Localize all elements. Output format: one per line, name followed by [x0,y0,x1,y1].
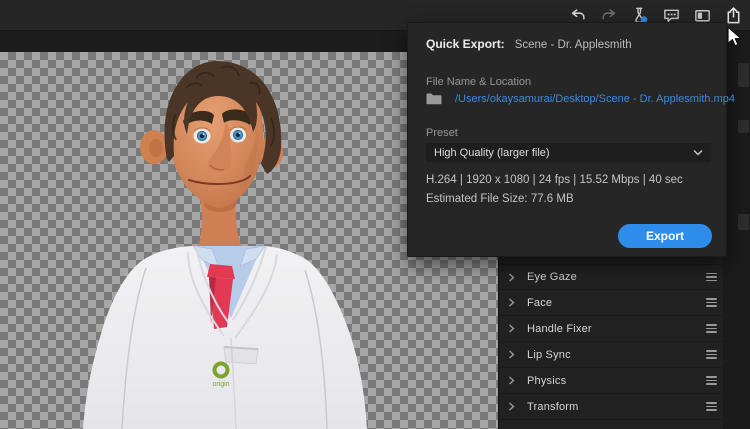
behavior-menu-icon[interactable] [706,376,717,385]
behavior-label: Face [527,296,553,309]
chevron-right-icon [509,350,515,359]
behavior-menu-icon[interactable] [706,272,717,282]
quick-export-popup: Quick Export: Scene - Dr. Applesmith Fil… [407,22,735,257]
export-specs-line: H.264 | 1920 x 1080 | 24 fps | 15.52 Mbp… [426,174,683,186]
behavior-row-eye-gaze[interactable]: Eye Gaze [499,264,723,290]
behavior-row-handle-fixer[interactable]: Handle Fixer [499,316,723,342]
mouse-pointer-icon [727,26,743,53]
estimated-file-size: Estimated File Size: 77.6 MB [426,193,574,205]
preset-label: Preset [426,127,458,139]
quick-export-scene-name: Scene - Dr. Applesmith [514,39,632,51]
behavior-label: Eye Gaze [527,271,577,283]
file-location-label: File Name & Location [426,76,532,88]
chevron-right-icon [509,402,515,411]
preset-dropdown[interactable]: High Quality (larger file) [426,143,711,162]
behavior-label: Physics [527,374,567,387]
behavior-menu-icon[interactable] [706,350,717,359]
behavior-label: Transform [527,400,579,413]
quick-export-title-label: Quick Export: [426,37,505,51]
chevron-down-icon [693,149,703,156]
file-path-row: /Users/okaysamurai/Desktop/Scene - Dr. A… [426,93,735,105]
character-coat-logo-text: origin [212,381,229,388]
behaviors-panel: Eye Gaze Face Handle Fixer Lip Sync Phys… [498,257,723,429]
file-path-link[interactable]: /Users/okaysamurai/Desktop/Scene - Dr. A… [455,93,735,105]
behavior-row-transform[interactable]: Transform [499,394,723,420]
behavior-menu-icon[interactable] [706,298,717,307]
behavior-row-physics[interactable]: Physics [499,368,723,394]
export-button[interactable]: Export [618,224,712,248]
chevron-right-icon [509,376,515,385]
behavior-row-face[interactable]: Face [499,290,723,316]
behavior-menu-icon[interactable] [706,402,717,411]
preset-value: High Quality (larger file) [434,146,550,159]
behavior-label: Handle Fixer [527,322,592,335]
edge-panel-block [738,63,749,87]
folder-icon [426,93,442,105]
edge-panel-block [738,120,749,133]
behavior-menu-icon[interactable] [706,324,717,333]
chevron-right-icon [509,324,515,333]
chevron-right-icon [509,298,515,307]
app-window: origin Eye Gaze Face Handle Fixer Lip Sy… [0,0,750,429]
edge-panel-block [738,214,749,230]
behavior-row-lip-sync[interactable]: Lip Sync [499,342,723,368]
quick-export-title: Quick Export: Scene - Dr. Applesmith [426,37,632,51]
chevron-right-icon [509,272,515,282]
behavior-label: Lip Sync [527,348,571,361]
